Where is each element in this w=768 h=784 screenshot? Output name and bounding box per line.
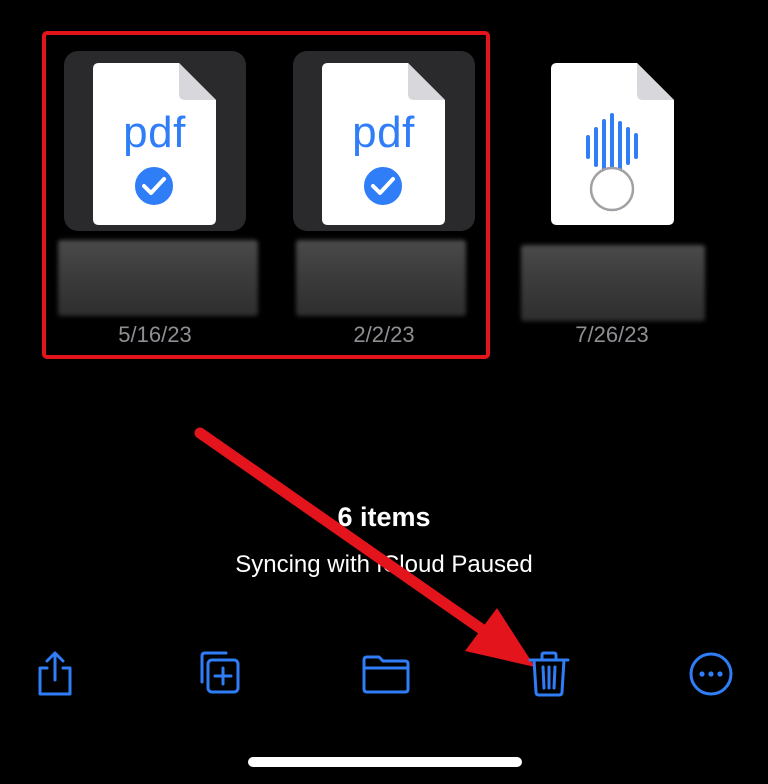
duplicate-icon	[200, 651, 240, 694]
file-name-redacted	[521, 245, 705, 321]
home-indicator[interactable]	[248, 757, 522, 767]
selection-highlight-frame	[42, 31, 490, 359]
trash-icon	[528, 651, 570, 697]
move-to-folder-button[interactable]	[358, 646, 414, 702]
duplicate-button[interactable]	[190, 646, 246, 702]
more-options-button[interactable]	[683, 646, 739, 702]
file-item-audio[interactable]: 7/26/23	[521, 51, 705, 351]
share-icon	[38, 651, 72, 696]
folder-icon	[362, 655, 410, 694]
item-count: 6 items	[337, 502, 431, 532]
more-icon	[689, 652, 733, 696]
share-button[interactable]	[27, 646, 83, 702]
delete-button[interactable]	[521, 646, 577, 702]
file-date: 7/26/23	[575, 322, 649, 347]
audio-document-icon	[551, 63, 674, 225]
sync-status: Syncing with iCloud Paused	[235, 551, 533, 578]
